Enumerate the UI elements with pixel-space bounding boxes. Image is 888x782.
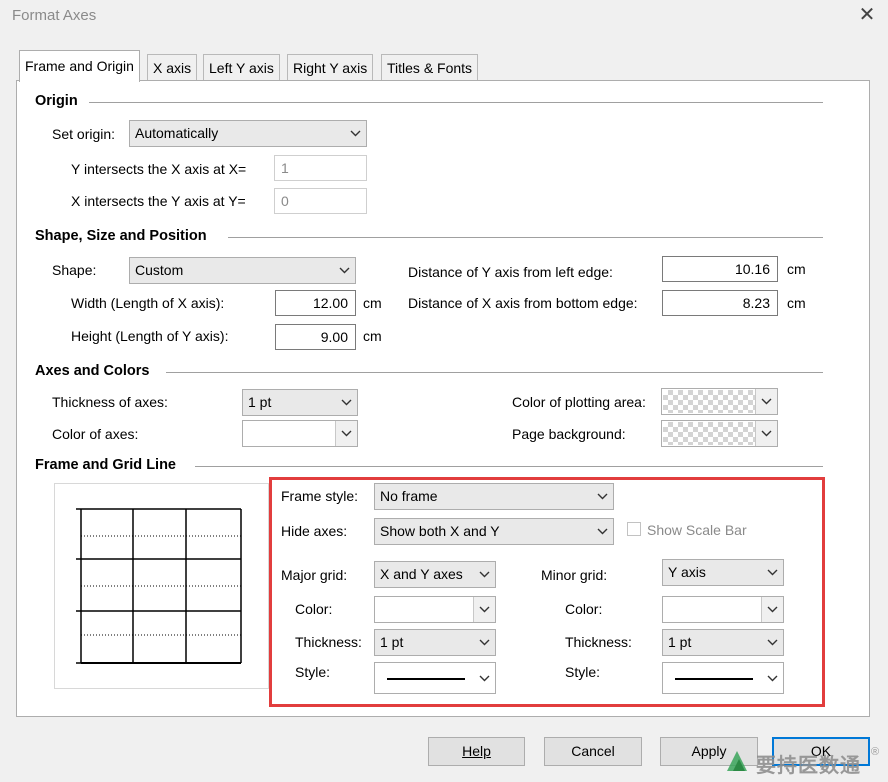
chevron-down-icon [761, 398, 772, 405]
dist-x-value: 8.23 [742, 295, 770, 311]
set-origin-value: Automatically [135, 125, 219, 141]
grid-preview-graphic [76, 508, 242, 664]
tab-x-axis[interactable]: X axis [147, 54, 198, 81]
help-button-label: Help [462, 743, 491, 759]
set-origin-select[interactable]: Automatically [129, 120, 367, 147]
y-intersect-label: Y intersects the X axis at X= [71, 161, 247, 177]
transparent-pattern-swatch [663, 390, 755, 413]
y-intersect-input[interactable]: 1 [274, 155, 367, 181]
width-unit: cm [363, 295, 382, 311]
color-axes-select[interactable] [242, 420, 358, 447]
divider [89, 102, 823, 103]
width-input[interactable]: 12.00 [275, 290, 356, 316]
width-label: Width (Length of X axis): [71, 295, 225, 311]
dist-y-value: 10.16 [734, 261, 770, 277]
tab-left-y-axis[interactable]: Left Y axis [203, 54, 280, 81]
watermark-text: 要持医数通 [756, 755, 861, 777]
x-intersect-value: 0 [281, 193, 289, 209]
dist-y-input[interactable]: 10.16 [662, 256, 778, 282]
height-value: 9.00 [320, 329, 348, 345]
page-background-label: Page background: [512, 426, 626, 442]
dist-x-label: Distance of X axis from bottom edge: [408, 295, 638, 311]
height-input[interactable]: 9.00 [275, 324, 356, 350]
divider [228, 237, 823, 238]
dist-y-unit: cm [787, 261, 806, 277]
thickness-axes-select[interactable]: 1 pt [242, 389, 358, 416]
shape-select[interactable]: Custom [129, 257, 356, 284]
chevron-down-icon [341, 430, 352, 437]
dropdown-button [335, 421, 357, 446]
height-label: Height (Length of Y axis): [71, 328, 229, 344]
set-origin-label: Set origin: [52, 126, 116, 142]
divider [195, 466, 823, 467]
width-value: 12.00 [312, 295, 348, 311]
window-title: Format Axes [12, 7, 97, 24]
thickness-axes-value: 1 pt [248, 394, 272, 410]
tab-right-y-axis[interactable]: Right Y axis [287, 54, 374, 81]
watermark-registered-mark: ® [871, 746, 880, 758]
tab-frame-and-origin[interactable]: Frame and Origin [19, 50, 140, 82]
help-button[interactable]: Help [428, 737, 525, 766]
thickness-axes-label: Thickness of axes: [52, 394, 168, 410]
plot-area-color-select[interactable] [661, 388, 778, 415]
dropdown-button [755, 389, 777, 414]
dropdown-button [755, 421, 777, 446]
highlight-box [269, 477, 825, 707]
y-intersect-value: 1 [281, 160, 289, 176]
transparent-pattern-swatch [663, 422, 755, 445]
tab-titles-fonts[interactable]: Titles & Fonts [381, 54, 479, 81]
close-icon[interactable]: ✕ [856, 4, 878, 26]
dist-x-unit: cm [787, 295, 806, 311]
grid-preview [54, 483, 269, 689]
axes-colors-heading: Axes and Colors [35, 363, 150, 379]
cancel-button[interactable]: Cancel [544, 737, 642, 766]
watermark-logo-icon [723, 745, 753, 775]
chevron-down-icon [339, 267, 350, 274]
page-background-select[interactable] [661, 420, 778, 447]
shape-heading: Shape, Size and Position [35, 228, 207, 244]
color-axes-label: Color of axes: [52, 426, 139, 442]
dist-y-label: Distance of Y axis from left edge: [408, 264, 613, 280]
chevron-down-icon [350, 130, 361, 137]
x-intersect-label: X intersects the Y axis at Y= [71, 193, 246, 209]
shape-value: Custom [135, 262, 184, 278]
dist-x-input[interactable]: 8.23 [662, 290, 778, 316]
shape-label: Shape: [52, 262, 97, 278]
origin-heading: Origin [35, 93, 78, 109]
frame-grid-heading: Frame and Grid Line [35, 457, 176, 473]
chevron-down-icon [341, 399, 352, 406]
divider [166, 372, 823, 373]
height-unit: cm [363, 328, 382, 344]
chevron-down-icon [761, 430, 772, 437]
plot-area-color-label: Color of plotting area: [512, 394, 646, 410]
x-intersect-input[interactable]: 0 [274, 188, 367, 214]
